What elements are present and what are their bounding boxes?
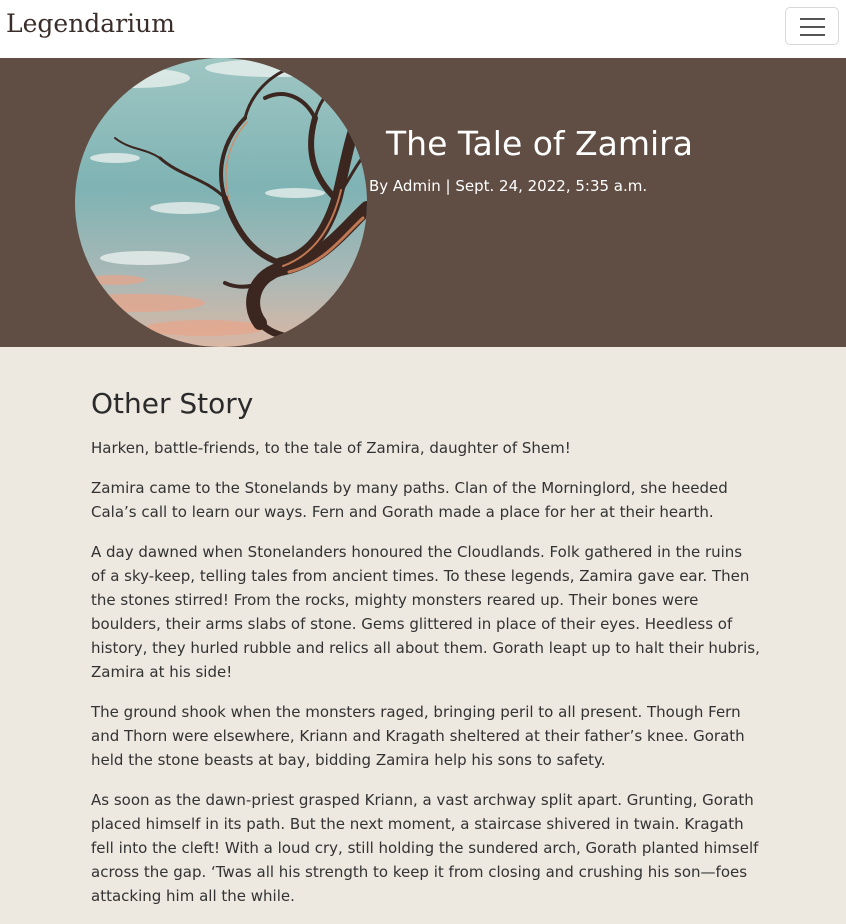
hero-banner: The Tale of Zamira By Admin | Sept. 24, … (0, 58, 846, 347)
navbar-toggle-button[interactable] (785, 7, 839, 45)
story-paragraph: Zamira came to the Stonelands by many pa… (91, 479, 728, 521)
story-content: Other Story Harken, battle-friends, to t… (91, 382, 761, 924)
story-meta: By Admin | Sept. 24, 2022, 5:35 a.m. (369, 177, 648, 195)
story-paragraph: Harken, battle-friends, to the tale of Z… (91, 439, 571, 457)
story-cover-image (75, 58, 367, 347)
section-heading: Other Story (91, 387, 254, 420)
story-paragraph: A day dawned when Stonelanders honoured … (91, 543, 760, 681)
story-paragraph: As soon as the dawn-priest grasped Krian… (91, 791, 759, 905)
story-paragraph: The ground shook when the monsters raged… (91, 703, 745, 769)
story-title: The Tale of Zamira (386, 124, 693, 163)
brand-logo[interactable]: Legendarium (6, 9, 175, 38)
navbar: Legendarium (0, 0, 846, 58)
